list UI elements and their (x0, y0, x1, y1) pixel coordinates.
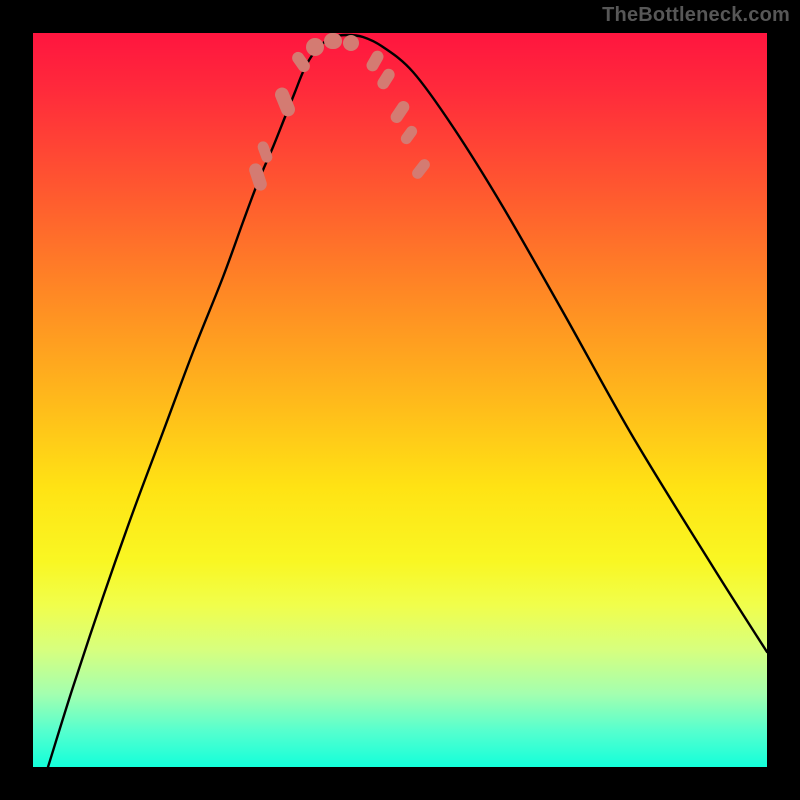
data-marker (306, 38, 324, 56)
data-marker (343, 35, 359, 51)
data-marker (247, 162, 268, 193)
data-marker (273, 85, 297, 118)
data-marker (388, 99, 411, 126)
data-marker (364, 48, 385, 73)
attribution-text: TheBottleneck.com (602, 4, 790, 27)
chart-frame: TheBottleneck.com (0, 0, 800, 800)
data-marker (324, 33, 342, 49)
data-marker (410, 157, 432, 181)
data-marker (256, 140, 274, 164)
marker-layer (33, 33, 767, 767)
data-marker (399, 124, 420, 147)
data-marker (375, 66, 397, 91)
